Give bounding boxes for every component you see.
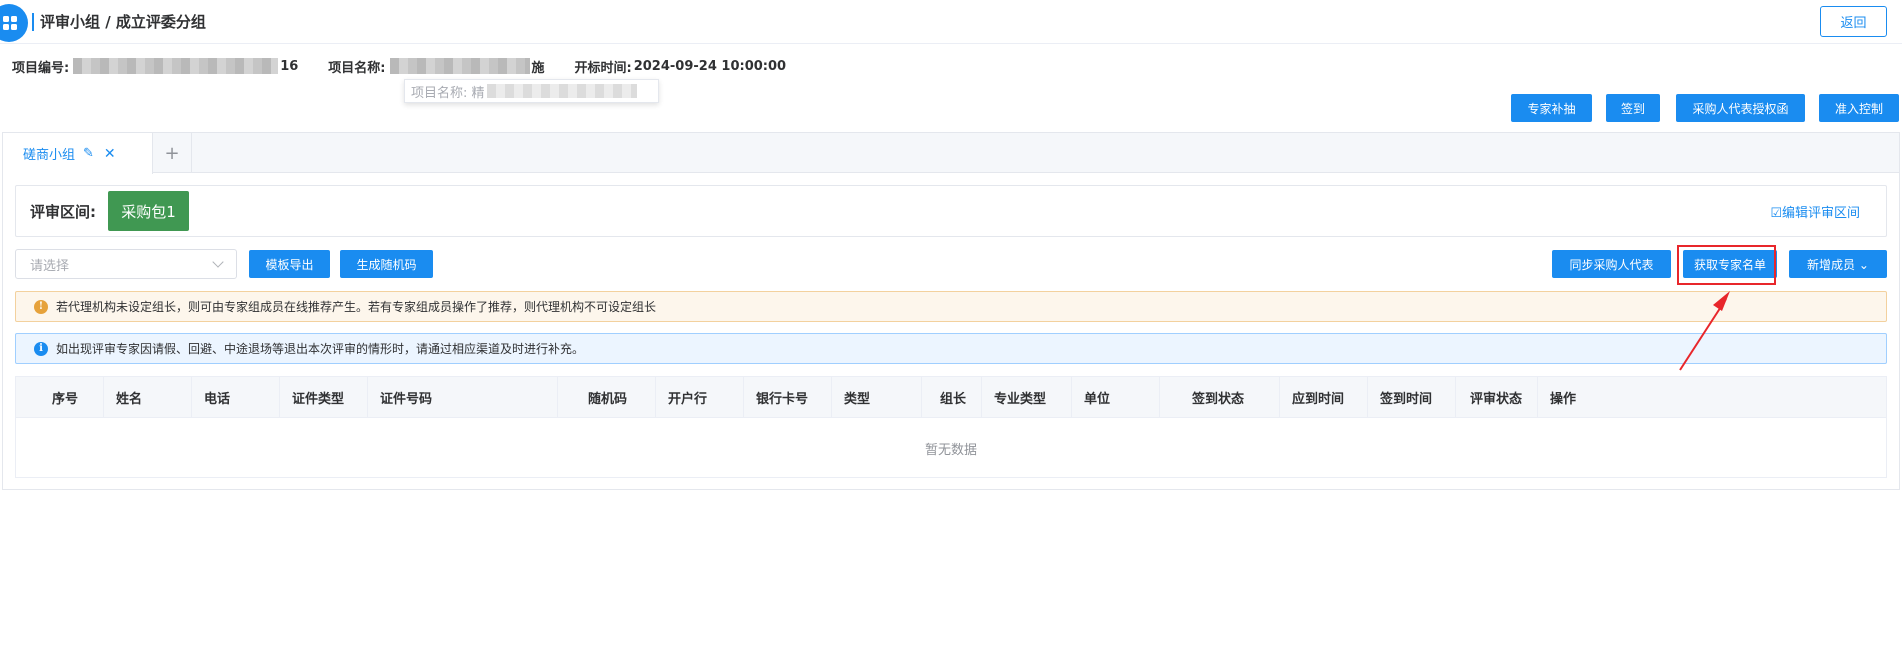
col-header: 姓名 [104,377,192,418]
project-info-row: 项目编号: 16 项目名称: 施 开标时间: 2024-09-24 10:00:… [12,56,786,76]
open-time-label: 开标时间: [574,60,632,76]
col-header: 专业类型 [982,377,1072,418]
app-grid-icon[interactable] [0,4,28,42]
tooltip-text: 项目名称: 精 [411,85,485,101]
table-header: 序号 姓名 电话 证件类型 证件号码 随机码 开户行 银行卡号 类型 组长 专业… [16,377,1886,418]
template-export-button[interactable]: 模板导出 [249,250,330,278]
info-icon: i [34,341,48,356]
member-select[interactable]: 请选择 [15,249,237,279]
edit-review-section-link[interactable]: ☑编辑评审区间 [1770,202,1860,221]
col-header: 签到状态 [1160,377,1280,418]
col-header: 评审状态 [1456,377,1538,418]
project-no-redacted [73,58,279,74]
purchaser-auth-button[interactable]: 采购人代表授权函 [1676,94,1805,122]
info-text: 如出现评审专家因请假、回避、中途退场等退出本次评审的情形时，请通过相应渠道及时进… [56,342,585,356]
annotation-highlight-box [1677,245,1776,285]
page-title: 评审小组 / 成立评委分组 [40,13,206,31]
col-header: 应到时间 [1280,377,1368,418]
annotation-arrow-icon [1679,291,1730,371]
pencil-icon[interactable]: ✎ [83,146,94,161]
chevron-down-icon [212,256,224,268]
col-header: 单位 [1072,377,1160,418]
col-header: 序号 [16,377,104,418]
col-header: 操作 [1550,392,1577,407]
close-icon[interactable]: ✕ [104,146,116,162]
add-member-button[interactable]: 新增成员 ⌄ [1789,250,1887,278]
members-table: 序号 姓名 电话 证件类型 证件号码 随机码 开户行 银行卡号 类型 组长 专业… [15,376,1887,478]
col-header: 签到时间 [1368,377,1456,418]
info-alert: i 如出现评审专家因请假、回避、中途退场等退出本次评审的情形时，请通过相应渠道及… [15,333,1887,364]
warning-alert: ! 若代理机构未设定组长，则可由专家组成员在线推荐产生。若有专家组成员操作了推荐… [15,291,1887,322]
tab-consultation-group[interactable]: 磋商小组 ✎ ✕ [3,133,153,174]
tab-bar: 磋商小组 ✎ ✕ + [3,133,1899,174]
add-tab-button[interactable]: + [153,133,192,173]
sign-in-button[interactable]: 签到 [1606,94,1660,122]
edit-icon: ☑ [1770,206,1782,221]
tooltip-redacted [486,84,637,98]
page-header: 评审小组 / 成立评委分组 返回 [0,0,1902,44]
warning-text: 若代理机构未设定组长，则可由专家组成员在线推荐产生。若有专家组成员操作了推荐，则… [56,300,657,314]
project-name-tooltip: 项目名称: 精 [404,79,659,103]
col-header: 组长 [922,377,982,418]
project-name-tail: 施 [531,60,545,76]
col-header: 开户行 [656,377,744,418]
empty-state: 暂无数据 [924,442,977,458]
col-header: 银行卡号 [744,377,832,418]
select-placeholder: 请选择 [30,258,70,274]
review-section-label: 评审区间: [30,203,96,221]
open-time-value: 2024-09-24 10:00:00 [633,58,787,74]
review-section: 评审区间: 采购包1 ☑编辑评审区间 [15,185,1887,237]
expert-supplement-button[interactable]: 专家补抽 [1511,94,1592,122]
title-accent-bar [32,13,34,31]
warning-icon: ! [34,299,48,314]
sync-purchaser-button[interactable]: 同步采购人代表 [1552,250,1671,278]
project-no-tail: 16 [280,58,299,74]
project-name-redacted [389,58,530,74]
group-panel: 磋商小组 ✎ ✕ + 评审区间: 采购包1 ☑编辑评审区间 请选择 模板导出 生… [2,132,1900,490]
col-header: 随机码 [558,377,656,418]
package-tag[interactable]: 采购包1 [108,191,189,231]
project-name-label: 项目名称: [328,60,386,76]
col-header: 证件号码 [368,377,558,418]
access-control-button[interactable]: 准入控制 [1819,94,1899,122]
generate-code-button[interactable]: 生成随机码 [340,250,433,278]
back-button[interactable]: 返回 [1820,6,1887,37]
col-header: 电话 [192,377,280,418]
project-no-label: 项目编号: [12,60,70,76]
chevron-down-icon: ⌄ [1858,257,1869,272]
tab-label: 磋商小组 [23,148,76,163]
col-header: 证件类型 [280,377,368,418]
col-header: 类型 [832,377,922,418]
